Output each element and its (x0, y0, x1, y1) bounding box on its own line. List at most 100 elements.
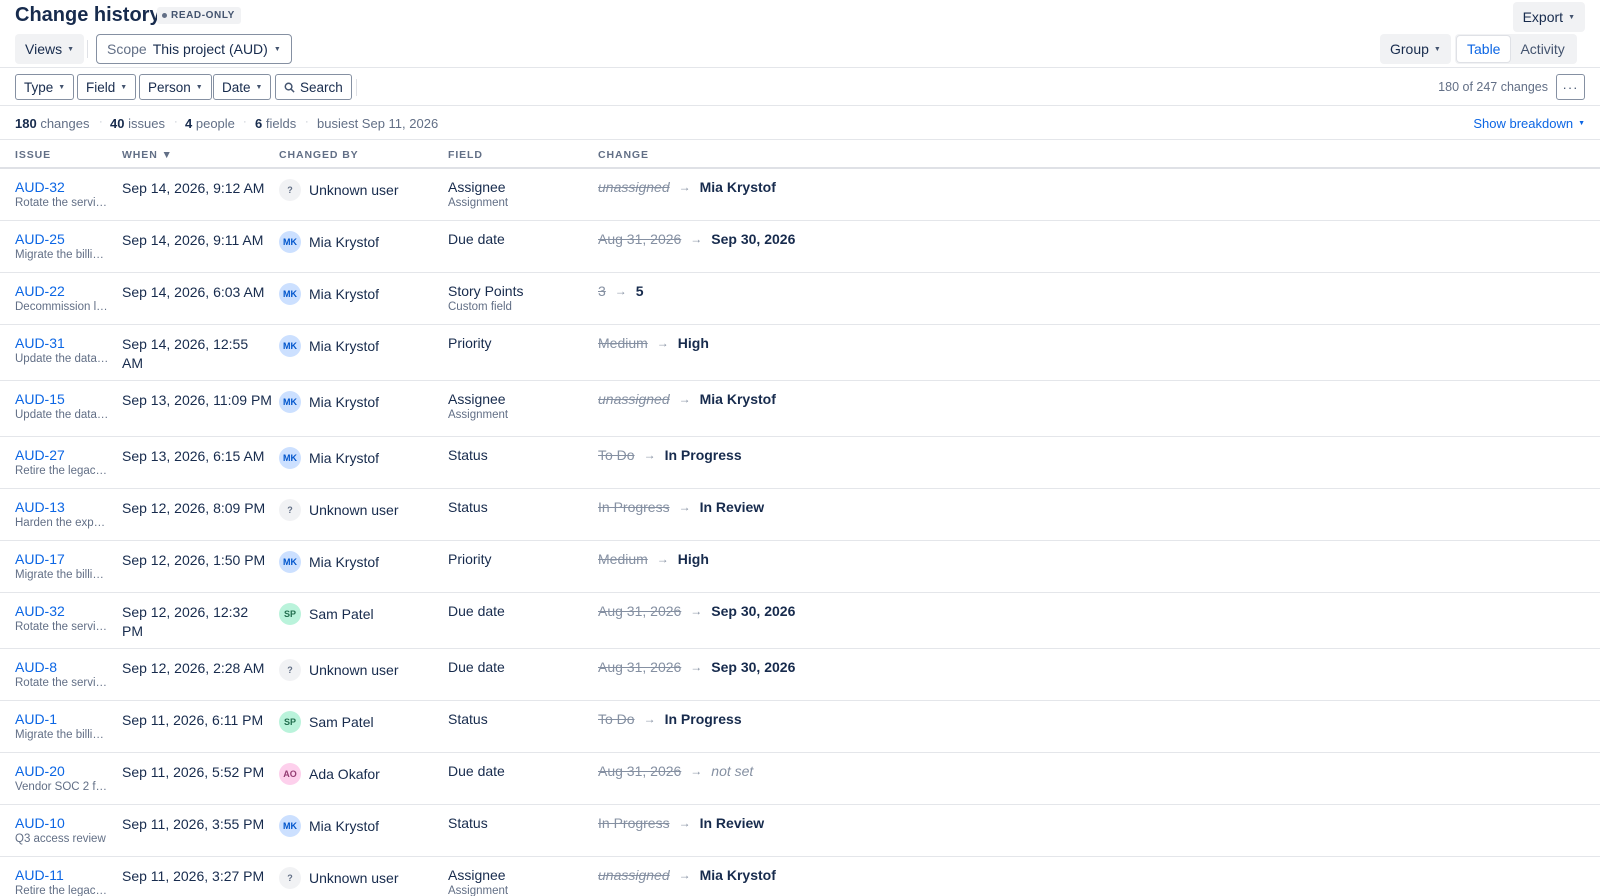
chevron-down-icon: ▼ (273, 45, 281, 53)
issue-summary: Harden the export pipeline (15, 517, 110, 529)
tab-activity[interactable]: Activity (1510, 36, 1574, 62)
chevron-down-icon: ▼ (1433, 45, 1441, 53)
issue-summary: Update the data retention policy (15, 409, 110, 421)
change-timestamp: Sep 14, 2026, 6:03 AM (122, 284, 265, 300)
issue-summary: Migrate the billing exports (15, 249, 110, 261)
changed-by: ? Unknown user (279, 499, 399, 521)
issue-key-link[interactable]: AUD-10 (15, 815, 65, 831)
table-row[interactable]: AUD-22 Decommission legacy hosts Sep 14, 2… (0, 273, 1600, 325)
field-name: Assignee (448, 867, 506, 883)
change-cell: unassigned → Mia Krystof (598, 179, 776, 195)
field-name: Assignee (448, 391, 506, 407)
new-value: Sep 30, 2026 (711, 659, 796, 675)
stat-issues-label: issues (128, 116, 165, 131)
field-filter[interactable]: Field ▼ (77, 74, 137, 100)
issue-key-link[interactable]: AUD-13 (15, 499, 65, 515)
table-row[interactable]: AUD-8 Rotate the service credentials Sep 1… (0, 649, 1600, 701)
old-value: unassigned (598, 179, 670, 195)
arrow-right-icon: → (690, 660, 703, 674)
column-header-change[interactable]: CHANGE (598, 149, 649, 161)
issue-key-link[interactable]: AUD-32 (15, 179, 65, 195)
column-header-issue[interactable]: ISSUE (15, 149, 51, 161)
old-value: Medium (598, 335, 648, 351)
table-row[interactable]: AUD-17 Migrate the billing exports Sep 12,… (0, 541, 1600, 593)
avatar: MK (279, 815, 301, 837)
search-icon (284, 82, 295, 93)
column-header-field[interactable]: FIELD (448, 149, 483, 161)
table-row[interactable]: AUD-27 Retire the legacy endpoints Sep 13,… (0, 437, 1600, 489)
field-name: Status (448, 711, 488, 727)
scope-value: This project (AUD) (152, 41, 268, 57)
table-row[interactable]: AUD-15 Update the data retention policy Se… (0, 381, 1600, 437)
views-button[interactable]: Views ▼ (15, 34, 85, 64)
type-filter[interactable]: Type ▼ (15, 74, 75, 100)
new-value: Mia Krystof (699, 391, 776, 407)
field-subtitle: Assignment (448, 197, 509, 209)
stat-changes-value: 180 (15, 116, 37, 131)
issue-key-link[interactable]: AUD-25 (15, 231, 65, 247)
table-row[interactable]: AUD-11 Retire the legacy endpoints Sep 11,… (0, 857, 1600, 896)
table-row[interactable]: AUD-13 Harden the export pipeline Sep 12, … (0, 489, 1600, 541)
old-value: In Progress (598, 815, 670, 831)
table-row[interactable]: AUD-31 Update the data retention policy Se… (0, 325, 1600, 381)
issue-summary: Update the data retention policy (15, 353, 110, 365)
table-row[interactable]: AUD-32 Rotate the service credentials Sep … (0, 169, 1600, 221)
table-row[interactable]: AUD-25 Migrate the billing exports Sep 14,… (0, 221, 1600, 273)
table-row[interactable]: AUD-1 Migrate the billing exports Sep 11, … (0, 701, 1600, 753)
old-value: In Progress (598, 499, 670, 515)
person-name: Unknown user (309, 502, 399, 518)
table-row[interactable]: AUD-32 Rotate the service credentials Sep … (0, 593, 1600, 649)
person-name: Ada Okafor (309, 766, 380, 782)
changed-by: SP Sam Patel (279, 711, 374, 733)
separator-dot: · (99, 116, 103, 128)
issue-key-link[interactable]: AUD-1 (15, 711, 57, 727)
issue-summary: Q3 access review (15, 833, 106, 845)
arrow-right-icon: → (656, 336, 669, 350)
stat-fields-label: fields (265, 116, 297, 131)
arrow-right-icon: → (678, 392, 691, 406)
scope-select[interactable]: Scope This project (AUD) ▼ (96, 34, 292, 64)
changed-by: MK Mia Krystof (279, 391, 379, 413)
table-header: ISSUE WHEN ▼ CHANGED BY FIELD CHANGE (0, 140, 1600, 169)
chevron-down-icon: ▼ (1578, 120, 1585, 127)
more-actions-button[interactable]: ··· (1556, 74, 1585, 100)
date-filter-label: Date (222, 79, 251, 95)
issue-key-link[interactable]: AUD-20 (15, 763, 65, 779)
column-header-changed-by[interactable]: CHANGED BY (279, 149, 359, 161)
divider (87, 40, 88, 58)
avatar: ? (279, 179, 301, 201)
change-timestamp: Sep 12, 2026, 2:28 AM (122, 660, 265, 676)
date-filter[interactable]: Date ▼ (213, 74, 272, 100)
changed-by: MK Mia Krystof (279, 283, 379, 305)
person-filter[interactable]: Person ▼ (139, 74, 212, 100)
search-label: Search (300, 79, 343, 95)
issue-key-link[interactable]: AUD-8 (15, 659, 57, 675)
new-value: 5 (635, 283, 644, 299)
search-button[interactable]: Search (275, 74, 352, 100)
tab-table[interactable]: Table (1457, 36, 1511, 62)
read-only-label: READ-ONLY (171, 10, 235, 21)
issue-key-link[interactable]: AUD-15 (15, 391, 65, 407)
issue-key-link[interactable]: AUD-22 (15, 283, 65, 299)
changed-by: MK Mia Krystof (279, 447, 379, 469)
avatar: SP (279, 711, 301, 733)
issue-key-link[interactable]: AUD-32 (15, 603, 65, 619)
issue-key-link[interactable]: AUD-27 (15, 447, 65, 463)
person-name: Unknown user (309, 662, 399, 678)
table-row[interactable]: AUD-20 Vendor SOC 2 follow-up Sep 11, 2026… (0, 753, 1600, 805)
export-button[interactable]: Export ▼ (1512, 2, 1585, 32)
view-toggle: Table Activity (1455, 34, 1577, 64)
issue-key-link[interactable]: AUD-17 (15, 551, 65, 567)
issue-key-link[interactable]: AUD-11 (15, 867, 64, 883)
field-name: Status (448, 499, 488, 515)
person-name: Sam Patel (309, 606, 374, 622)
show-breakdown-link[interactable]: Show breakdown ▼ (1473, 116, 1585, 131)
chevron-down-icon: ▼ (255, 83, 263, 91)
table-row[interactable]: AUD-10 Q3 access review Sep 11, 2026, 3:55… (0, 805, 1600, 857)
group-button[interactable]: Group ▼ (1380, 34, 1451, 64)
column-header-when[interactable]: WHEN ▼ (122, 149, 173, 161)
changed-by: MK Mia Krystof (279, 815, 379, 837)
issue-key-link[interactable]: AUD-31 (15, 335, 65, 351)
issue-summary: Rotate the service credentials (15, 197, 110, 209)
field-name: Priority (448, 335, 492, 351)
